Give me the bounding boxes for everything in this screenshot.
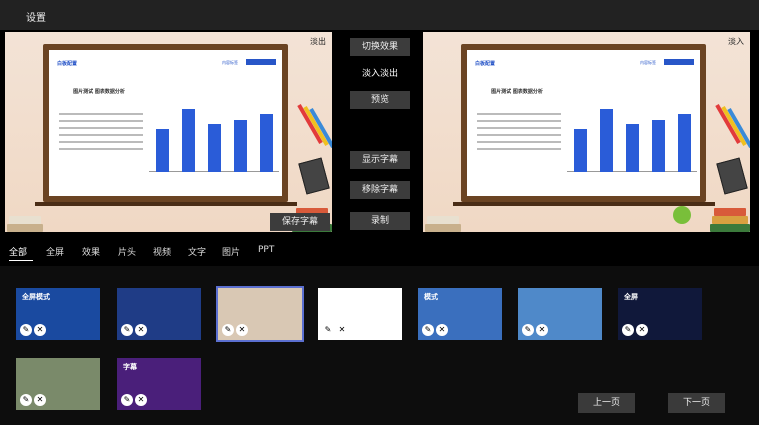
template-gallery: 全屏模式 ✎ ✕ ✎ ✕ ✎ ✕ ✎ ✕ 模式 ✎ ✕ ✎ ✕ 全屏 ✎ ✕ ✎ ✕ 字幕 ✎ ✕ bbox=[0, 266, 759, 425]
close-icon[interactable]: ✕ bbox=[636, 324, 648, 336]
slide-tag: 内容标签 bbox=[640, 60, 656, 65]
edit-icon[interactable]: ✎ bbox=[622, 324, 634, 336]
tab-image[interactable]: 图片 bbox=[222, 245, 240, 258]
board-ledge bbox=[35, 202, 297, 206]
whiteboard: 白板配置 内容标签 图片测试 图表数据分析 bbox=[43, 44, 288, 202]
template-thumbnail[interactable]: ✎ ✕ bbox=[117, 288, 201, 340]
slide-heading: 白板配置 bbox=[475, 61, 496, 67]
template-thumbnail[interactable]: 模式 ✎ ✕ bbox=[418, 288, 502, 340]
thumbnail-label: 字幕 bbox=[123, 363, 137, 371]
transition-label-right: 淡入 bbox=[728, 37, 744, 46]
category-tabs: 全部 全屏 效果 片头 视频 文字 图片 PPT bbox=[0, 240, 759, 262]
transition-label-left: 淡出 bbox=[310, 37, 326, 46]
template-thumbnail[interactable]: 全屏模式 ✎ ✕ bbox=[16, 288, 100, 340]
chart-bar bbox=[182, 109, 195, 172]
template-thumbnail[interactable]: ✎ ✕ bbox=[216, 286, 304, 342]
edit-icon[interactable]: ✎ bbox=[121, 324, 133, 336]
switch-effect-button[interactable]: 切换效果 bbox=[350, 38, 410, 56]
slide-chart bbox=[149, 100, 279, 172]
tab-fullscreen[interactable]: 全屏 bbox=[46, 245, 64, 258]
window-title: 设置 bbox=[26, 13, 46, 24]
tab-ppt[interactable]: PPT bbox=[258, 245, 274, 255]
books-left bbox=[5, 204, 45, 232]
close-icon[interactable]: ✕ bbox=[135, 394, 147, 406]
template-thumbnail[interactable]: ✎ ✕ bbox=[518, 288, 602, 340]
show-subtitle-button[interactable]: 显示字幕 bbox=[350, 151, 410, 169]
preview-button[interactable]: 预览 bbox=[350, 91, 410, 109]
close-icon[interactable]: ✕ bbox=[135, 324, 147, 336]
chart-bar bbox=[678, 114, 691, 172]
preview-left: 白板配置 内容标签 图片测试 图表数据分析 淡出 bbox=[5, 32, 332, 232]
next-page-button[interactable]: 下一页 bbox=[668, 393, 725, 413]
chart-bar bbox=[156, 129, 169, 172]
books-right bbox=[698, 162, 750, 232]
classroom-scene-right: 白板配置 内容标签 图片测试 图表数据分析 bbox=[423, 32, 750, 232]
prev-page-button[interactable]: 上一页 bbox=[578, 393, 635, 413]
edit-icon[interactable]: ✎ bbox=[121, 394, 133, 406]
thumbnail-label: 模式 bbox=[424, 293, 438, 301]
close-icon[interactable]: ✕ bbox=[34, 394, 46, 406]
slide-text-lines bbox=[477, 108, 561, 155]
slide-title: 图片测试 图表数据分析 bbox=[73, 89, 125, 95]
edit-icon[interactable]: ✎ bbox=[222, 324, 234, 336]
slide-button bbox=[246, 59, 276, 65]
chart-bar bbox=[600, 109, 613, 172]
chart-bar bbox=[260, 114, 273, 172]
edit-icon[interactable]: ✎ bbox=[522, 324, 534, 336]
tab-video[interactable]: 视频 bbox=[153, 245, 171, 258]
apple-icon bbox=[673, 206, 691, 224]
close-icon[interactable]: ✕ bbox=[34, 324, 46, 336]
chart-bar bbox=[626, 124, 639, 172]
slide-heading: 白板配置 bbox=[57, 61, 78, 67]
tab-all[interactable]: 全部 bbox=[9, 245, 27, 258]
tab-intro[interactable]: 片头 bbox=[118, 245, 136, 258]
chart-bar bbox=[574, 129, 587, 172]
close-icon[interactable]: ✕ bbox=[336, 324, 348, 336]
slide: 白板配置 内容标签 图片测试 图表数据分析 bbox=[467, 50, 700, 196]
close-icon[interactable]: ✕ bbox=[536, 324, 548, 336]
edit-icon[interactable]: ✎ bbox=[322, 324, 334, 336]
title-bar: 设置 bbox=[0, 0, 759, 30]
slide-chart bbox=[567, 100, 697, 172]
slide-title: 图片测试 图表数据分析 bbox=[491, 89, 543, 95]
fade-in-out-label: 淡入淡出 bbox=[361, 69, 398, 79]
close-icon[interactable]: ✕ bbox=[436, 324, 448, 336]
slide-button bbox=[664, 59, 694, 65]
close-icon[interactable]: ✕ bbox=[236, 324, 248, 336]
edit-icon[interactable]: ✎ bbox=[20, 324, 32, 336]
slide-tag: 内容标签 bbox=[222, 60, 238, 65]
edit-icon[interactable]: ✎ bbox=[20, 394, 32, 406]
template-thumbnail[interactable]: ✎ ✕ bbox=[318, 288, 402, 340]
save-subtitle-button[interactable]: 保存字幕 bbox=[270, 213, 330, 231]
board-ledge bbox=[453, 202, 715, 206]
edit-icon[interactable]: ✎ bbox=[422, 324, 434, 336]
thumbnail-label: 全屏模式 bbox=[22, 293, 50, 301]
record-button[interactable]: 录制 bbox=[350, 212, 410, 230]
thumbnail-label: 全屏 bbox=[624, 293, 638, 301]
chart-bar bbox=[652, 120, 665, 172]
template-thumbnail[interactable]: 字幕 ✎ ✕ bbox=[117, 358, 201, 410]
active-tab-indicator bbox=[9, 260, 33, 261]
books-left bbox=[423, 204, 463, 232]
slide-text-lines bbox=[59, 108, 143, 155]
template-thumbnail[interactable]: 全屏 ✎ ✕ bbox=[618, 288, 702, 340]
move-subtitle-button[interactable]: 移除字幕 bbox=[350, 181, 410, 199]
preview-right: 白板配置 内容标签 图片测试 图表数据分析 淡入 bbox=[423, 32, 750, 232]
chart-bar bbox=[208, 124, 221, 172]
slide: 白板配置 内容标签 图片测试 图表数据分析 bbox=[49, 50, 282, 196]
tab-effect[interactable]: 效果 bbox=[82, 245, 100, 258]
tab-text[interactable]: 文字 bbox=[188, 245, 206, 258]
classroom-scene-left: 白板配置 内容标签 图片测试 图表数据分析 bbox=[5, 32, 332, 232]
template-thumbnail[interactable]: ✎ ✕ bbox=[16, 358, 100, 410]
whiteboard: 白板配置 内容标签 图片测试 图表数据分析 bbox=[461, 44, 706, 202]
chart-bar bbox=[234, 120, 247, 172]
